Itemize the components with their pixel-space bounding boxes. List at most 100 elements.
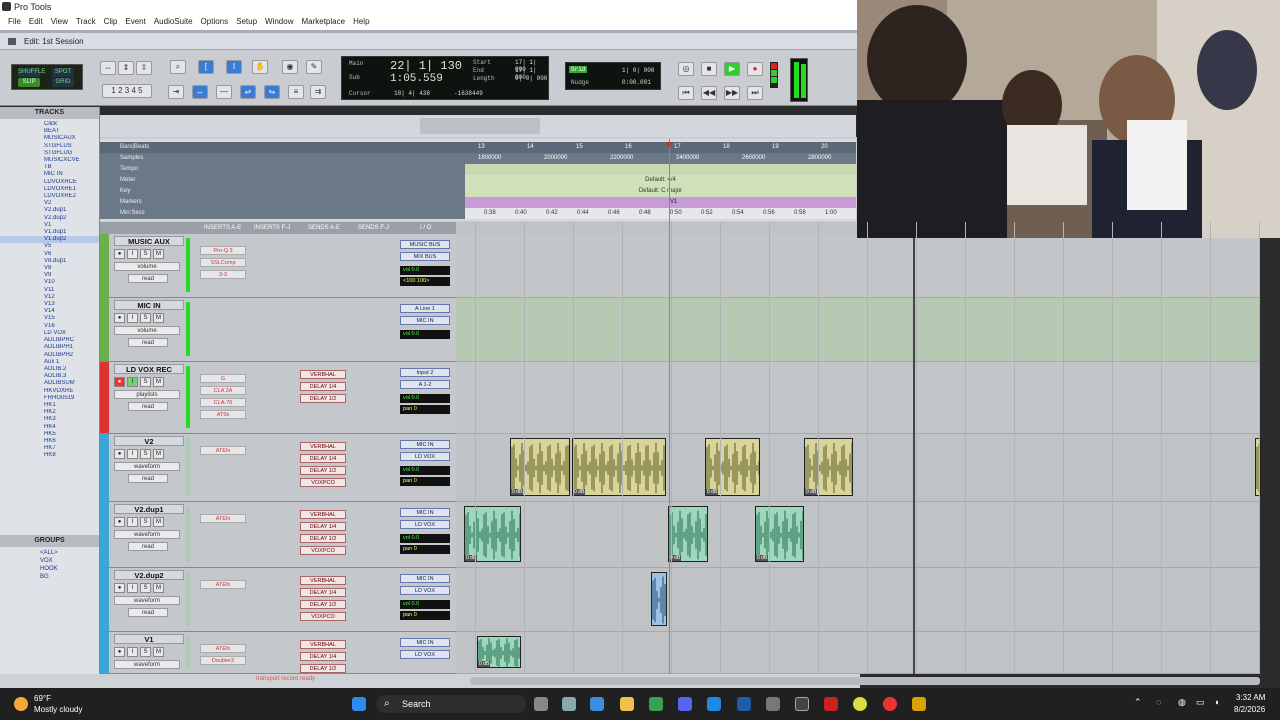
main-counter-value[interactable]: 22| 1| 130 bbox=[390, 59, 462, 73]
insert-slot[interactable]: ATEfx bbox=[200, 446, 246, 455]
sidebar-track-item[interactable]: ADLIB.2 bbox=[0, 366, 99, 373]
zoom-vertical-icon[interactable]: ⇳ bbox=[136, 61, 152, 75]
sidebar-track-item[interactable]: V8 bbox=[0, 265, 99, 272]
insert-slot[interactable]: ATEfx bbox=[200, 644, 246, 653]
sidebar-track-item[interactable]: V6 bbox=[0, 251, 99, 258]
insert-slot[interactable]: ATEfx bbox=[200, 580, 246, 589]
weather-temp[interactable]: 69°F bbox=[34, 694, 51, 703]
sidebar-track-item[interactable]: STGFLUG bbox=[0, 150, 99, 157]
track-view-selector[interactable]: waveform bbox=[114, 530, 180, 539]
app-icon-gray[interactable] bbox=[766, 697, 780, 711]
meter-ruler[interactable]: Meter Default: 4/4 bbox=[100, 175, 856, 186]
horizontal-scrollbar[interactable] bbox=[470, 677, 1260, 685]
record-enable-button[interactable]: ● bbox=[114, 647, 125, 657]
sub-counter-value[interactable]: 1:05.559 bbox=[390, 73, 443, 85]
universe-overview[interactable] bbox=[100, 115, 856, 137]
track-name[interactable]: V1 bbox=[114, 634, 184, 644]
pan-readout[interactable]: pan 0 bbox=[400, 545, 450, 554]
online-icon[interactable]: ◎ bbox=[678, 62, 694, 76]
automation-mode-selector[interactable]: read bbox=[128, 474, 168, 483]
playhead-marker-icon[interactable]: ▼ bbox=[664, 141, 674, 151]
automation-mode-selector[interactable]: read bbox=[128, 338, 168, 347]
send-slot[interactable]: DELAY 1/2 bbox=[300, 664, 346, 673]
output-selector[interactable]: A 1-2 bbox=[400, 380, 450, 389]
audio-clip[interactable]: 0 dB bbox=[464, 506, 521, 562]
tray-mic-icon[interactable]: ◍ bbox=[1178, 697, 1186, 708]
volume-readout[interactable]: vol 0.0 bbox=[400, 266, 450, 275]
network-icon[interactable]: ▭ bbox=[1196, 697, 1205, 708]
chrome-icon[interactable] bbox=[853, 697, 867, 711]
clip-gain-label[interactable]: 0 dB bbox=[573, 489, 586, 495]
input-selector[interactable]: Input 2 bbox=[400, 368, 450, 377]
solo-button[interactable]: S bbox=[140, 449, 151, 459]
output-selector[interactable]: LD VOX bbox=[400, 520, 450, 529]
automation-mode-selector[interactable]: read bbox=[128, 402, 168, 411]
shuffle-mode[interactable]: SHUFFLE bbox=[18, 68, 45, 77]
track-name[interactable]: V2.dup1 bbox=[114, 504, 184, 514]
track-view-selector[interactable]: waveform bbox=[114, 462, 180, 471]
track-name[interactable]: MUSIC AUX bbox=[114, 236, 184, 246]
solo-button[interactable]: S bbox=[140, 249, 151, 259]
track-header[interactable]: LD VOX REC ● I S Mplaylists read G CLA 2A CLA-76… bbox=[100, 362, 456, 434]
sidebar-group-item[interactable]: HOOK bbox=[0, 565, 99, 573]
app-icon-green[interactable] bbox=[649, 697, 663, 711]
clip-gain-label[interactable]: 0 dB bbox=[511, 489, 524, 495]
volume-readout[interactable]: vol 0.0 bbox=[400, 600, 450, 609]
tray-app-icon[interactable]: ◌ bbox=[1156, 697, 1161, 707]
input-selector[interactable]: MIC IN bbox=[400, 508, 450, 517]
volume-readout[interactable]: vol 0.0 bbox=[400, 534, 450, 543]
volume-readout[interactable]: vol 0.0 bbox=[400, 394, 450, 403]
start-icon[interactable] bbox=[352, 697, 366, 711]
send-slot[interactable]: DELAY 1/2 bbox=[300, 466, 346, 475]
pro-tools-taskbar-icon[interactable] bbox=[795, 697, 809, 711]
sidebar-track-item[interactable]: V16 bbox=[0, 323, 99, 330]
audio-clip[interactable]: 0 dB bbox=[477, 636, 521, 668]
input-selector[interactable]: MUSIC BUS bbox=[400, 240, 450, 249]
sidebar-track-item[interactable]: LDVOXRCE bbox=[0, 179, 99, 186]
trim-tool-icon[interactable]: [ bbox=[198, 60, 214, 74]
zoom-out-icon[interactable]: ⇕ bbox=[118, 61, 134, 75]
pencil-tool-icon[interactable]: ✎ bbox=[306, 60, 322, 74]
menu-window[interactable]: Window bbox=[261, 14, 297, 30]
zoom-in-icon[interactable]: ⇔ bbox=[100, 61, 116, 75]
mute-button[interactable]: M bbox=[153, 377, 164, 387]
sidebar-track-item[interactable]: V11 bbox=[0, 287, 99, 294]
sidebar-track-item[interactable]: MIC IN bbox=[0, 171, 99, 178]
fast-forward-icon[interactable]: ▶▶ bbox=[724, 86, 740, 100]
track-view-selector[interactable]: volume bbox=[114, 326, 180, 335]
file-explorer-icon[interactable] bbox=[620, 697, 634, 711]
send-slot[interactable]: VERBHAL bbox=[300, 576, 346, 585]
marker-v1[interactable]: V1 bbox=[670, 197, 677, 208]
record-enable-button[interactable]: ● bbox=[114, 249, 125, 259]
send-slot[interactable]: DELAY 1/4 bbox=[300, 588, 346, 597]
volume-readout[interactable]: vol 0.0 bbox=[400, 466, 450, 475]
weather-icon[interactable] bbox=[14, 697, 28, 711]
sidebar-track-item[interactable]: LD VOX bbox=[0, 330, 99, 337]
solo-button[interactable]: S bbox=[140, 583, 151, 593]
menu-edit[interactable]: Edit bbox=[25, 14, 47, 30]
track-name[interactable]: LD VOX REC bbox=[114, 364, 184, 374]
track-header[interactable]: MIC IN ● I S Mvolume read A Line 1 MIC IN vol 0.… bbox=[100, 298, 456, 362]
track-lane[interactable] bbox=[456, 568, 1260, 632]
track-lane[interactable] bbox=[456, 362, 1260, 434]
grid-mode[interactable]: GRID bbox=[52, 78, 74, 87]
audio-clip[interactable]: 0 dB bbox=[804, 438, 853, 496]
insertion-follows-icon[interactable]: ⇋ bbox=[264, 85, 280, 99]
sidebar-track-item[interactable]: V2.dup1 bbox=[0, 207, 99, 214]
volume-icon[interactable]: ◖ bbox=[1214, 697, 1219, 707]
sidebar-track-item[interactable]: V14 bbox=[0, 308, 99, 315]
track-name[interactable]: MIC IN bbox=[114, 300, 184, 310]
insert-slot[interactable]: G bbox=[200, 374, 246, 383]
sidebar-track-item[interactable]: V13 bbox=[0, 301, 99, 308]
track-header[interactable]: V2.dup1 ● I S Mwaveform read ATEfx VERBHAL DELAY… bbox=[100, 502, 456, 568]
track-header[interactable]: MUSIC AUX ● I S Mvolume read Pro-Q 3 SSLComp 3-3… bbox=[100, 234, 456, 298]
key-ruler[interactable]: Key Default: C major bbox=[100, 186, 856, 197]
sidebar-track-item[interactable]: V8.dup1 bbox=[0, 258, 99, 265]
track-header[interactable]: V2 ● I S Mwaveform read ATEfx VERBHAL DELAY 1/4 D… bbox=[100, 434, 456, 502]
record-enable-button[interactable]: ● bbox=[114, 449, 125, 459]
menu-file[interactable]: File bbox=[4, 14, 25, 30]
record-enable-button[interactable]: ● bbox=[114, 313, 125, 323]
security-icon[interactable] bbox=[737, 697, 751, 711]
menu-track[interactable]: Track bbox=[72, 14, 100, 30]
send-slot[interactable]: VOXPCO bbox=[300, 478, 346, 487]
